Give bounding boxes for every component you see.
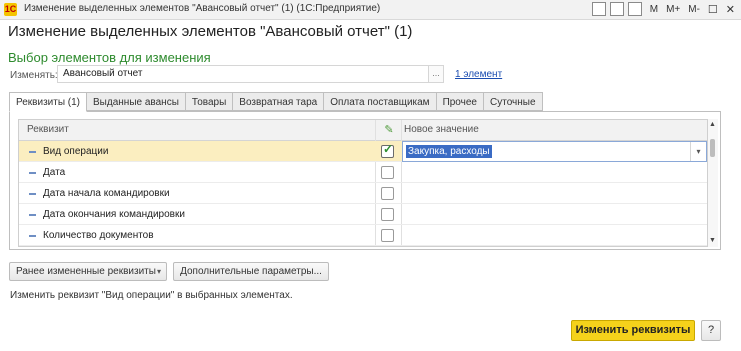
window-title: Изменение выделенных элементов "Авансовы… [24,3,381,14]
change-field[interactable]: Авансовый отчет [57,65,429,83]
titlebar-tools: M M+ M- ☐ ✕ [588,2,735,16]
chevron-down-icon: ▾ [156,267,161,276]
tab-supplier-payments[interactable]: Оплата поставщикам [323,92,437,111]
vertical-scrollbar[interactable]: ▲ ▼ [708,119,718,247]
tab-requisites[interactable]: Реквизиты (1) [9,92,88,112]
change-checkbox[interactable] [381,187,394,200]
print-icon[interactable] [591,2,606,16]
section-title: Выбор элементов для изменения [8,50,211,65]
requisite-name: Количество документов [43,230,154,241]
memory-button[interactable]: M [650,4,658,15]
elements-count-link[interactable]: 1 элемент [455,69,502,80]
table-row[interactable]: Дата [19,162,707,183]
requisite-name: Дата окончания командировки [43,209,185,220]
previous-requisites-label: Ранее измененные реквизиты [16,266,156,277]
new-value-text: Закупка, расходы [406,145,492,158]
close-icon[interactable]: ✕ [726,3,735,16]
change-requisites-button[interactable]: Изменить реквизиты [571,320,695,341]
change-checkbox[interactable] [381,229,394,242]
checkmark-icon: ✓ [383,142,394,156]
table-row[interactable]: Дата окончания командировки [19,204,707,225]
memory-minus-button[interactable]: M- [688,4,700,15]
table-row[interactable]: Количество документов [19,225,707,246]
change-checkbox[interactable]: ✓ [381,142,394,158]
column-header-new-value[interactable]: Новое значение [404,120,479,140]
column-header-requisite[interactable]: Реквизит [27,120,69,140]
requisite-name: Дата начала командировки [43,188,170,199]
tab-panel: Реквизит ✎ Новое значение Вид операции ✓… [9,111,721,250]
additional-parameters-button[interactable]: Дополнительные параметры... [173,262,329,281]
requisite-name: Дата [43,167,66,178]
1c-logo-icon: 1С [4,3,17,16]
requisites-table: Реквизит ✎ Новое значение Вид операции ✓… [18,119,708,247]
requisite-icon [29,214,36,216]
change-label: Изменять: [10,70,58,81]
requisite-icon [29,193,36,195]
select-button[interactable]: ... [429,65,444,83]
table-row[interactable]: Дата начала командировки [19,183,707,204]
form-title: Изменение выделенных элементов "Авансовы… [8,23,413,40]
requisite-icon [29,172,36,174]
previous-requisites-button[interactable]: Ранее измененные реквизиты ▾ [9,262,167,281]
tab-returnable-containers[interactable]: Возвратная тара [232,92,325,111]
tab-other[interactable]: Прочее [435,92,484,111]
window-titlebar: 1С Изменение выделенных элементов "Аванс… [0,0,741,20]
tab-issued-advances[interactable]: Выданные авансы [86,92,186,111]
scrollbar-thumb[interactable] [710,139,715,157]
table-header: Реквизит ✎ Новое значение [19,120,707,141]
table-row[interactable]: Вид операции ✓ Закупка, расходы ▾ [19,141,707,162]
scroll-down-icon[interactable]: ▼ [709,237,716,244]
dropdown-icon[interactable]: ▾ [690,142,706,161]
memory-plus-button[interactable]: M+ [666,4,680,15]
help-button[interactable]: ? [701,320,721,341]
tab-per-diem[interactable]: Суточные [483,92,543,111]
tab-bar: Реквизиты (1) Выданные авансы Товары Воз… [9,92,543,112]
requisite-icon [29,151,36,153]
change-checkbox[interactable] [381,208,394,221]
calendar-icon[interactable] [627,2,642,16]
requisite-name: Вид операции [43,146,109,157]
scroll-up-icon[interactable]: ▲ [709,121,716,128]
spreadsheet-icon[interactable] [609,2,624,16]
hint-text: Изменить реквизит "Вид операции" в выбра… [10,290,293,301]
maximize-icon[interactable]: ☐ [708,3,718,16]
change-checkbox[interactable] [381,166,394,179]
requisite-icon [29,235,36,237]
new-value-field[interactable]: Закупка, расходы ▾ [402,141,707,162]
tab-goods[interactable]: Товары [184,92,234,111]
pencil-icon: ✎ [384,124,394,136]
